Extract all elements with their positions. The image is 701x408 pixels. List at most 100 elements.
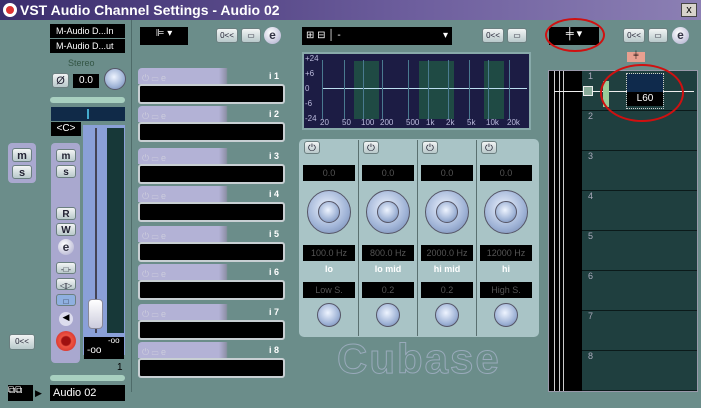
divider [50, 97, 125, 103]
insert-slot-header: ⏻ ▭ e [138, 148, 285, 164]
send-slot-number: 4 [588, 191, 594, 201]
insert-slot-header: ⏻ ▭ e [138, 304, 285, 320]
send-slot-6[interactable]: 6 [582, 271, 697, 311]
output-selector[interactable]: M-Audio D...ut [50, 39, 125, 53]
insert-slot-1[interactable] [138, 84, 285, 104]
inserts-reset-button[interactable]: 0<< [216, 28, 238, 43]
read-button[interactable]: R [56, 207, 76, 220]
write-button[interactable]: W [56, 223, 76, 236]
insert-slot-7[interactable] [138, 320, 285, 340]
highlight-circle [600, 64, 684, 122]
fader-readout: -oo -oo [84, 336, 124, 359]
band-gain-freq-knob[interactable] [307, 190, 351, 234]
band-gain-value[interactable]: 0.0 [480, 165, 532, 181]
band-gain-freq-knob[interactable] [366, 190, 410, 234]
send-slot-5[interactable]: 5 [582, 231, 697, 271]
eq-gridline [382, 60, 383, 119]
band-gain-freq-knob[interactable] [484, 190, 528, 234]
send-enable-button[interactable] [583, 86, 593, 96]
insert-slot-6[interactable] [138, 280, 285, 300]
send-slot-4[interactable]: 4 [582, 191, 697, 231]
close-button[interactable]: x [681, 3, 697, 17]
eq-gridline [448, 60, 449, 119]
eq-gridline [509, 60, 510, 119]
stereo-label: Stereo [68, 58, 95, 68]
insert-slot-header: ⏻ ▭ e [138, 226, 285, 242]
edit-button[interactable]: e [58, 239, 74, 255]
insert-slot-label: i 6 [269, 267, 280, 277]
band-q-value[interactable]: Low S. [303, 282, 355, 298]
band-enable-button[interactable]: ⏻ [304, 141, 320, 154]
insert-slot-controls-icon[interactable]: ⏻ ▭ e [138, 111, 166, 121]
channel-name-field[interactable]: Audio 02 [50, 385, 125, 401]
insert-slot-5[interactable] [138, 242, 285, 262]
volume-fader-handle[interactable] [88, 299, 103, 329]
reset-button[interactable]: 0<< [9, 334, 35, 350]
inserts-bypass-button[interactable]: ▭ [241, 28, 261, 43]
band-name: lo mid [374, 264, 402, 274]
copy-icon[interactable]: ⧉⧉ [8, 385, 33, 401]
insert-slot-8[interactable] [138, 358, 285, 378]
send-slot-8[interactable]: 8 [582, 351, 697, 391]
band-gain-value[interactable]: 0.0 [362, 165, 414, 181]
insert-slot-3[interactable] [138, 164, 285, 184]
insert-bypass-icon[interactable]: -□- [56, 262, 76, 274]
record-button[interactable] [56, 331, 76, 351]
solo-button[interactable]: s [56, 165, 76, 178]
sends-reset-button[interactable]: 0<< [623, 28, 645, 43]
insert-slot-label: i 1 [269, 71, 280, 81]
phase-button[interactable]: Ø [52, 73, 69, 88]
insert-slot-2[interactable] [138, 122, 285, 142]
band-q-value[interactable]: 0.2 [421, 282, 473, 298]
pan-knob[interactable] [104, 68, 126, 90]
insert-view-dropdown[interactable]: ⊫ ▾ [140, 27, 188, 45]
send-slot-7[interactable]: 7 [582, 311, 697, 351]
eq-bypass-icon[interactable]: ◁▷ [56, 278, 76, 290]
sends-bypass-button[interactable]: ▭ [648, 28, 668, 43]
send-slot-3[interactable]: 3 [582, 151, 697, 191]
insert-slot-controls-icon[interactable]: ⏻ ▭ e [138, 269, 166, 279]
pan-value[interactable]: 0.0 [73, 74, 99, 88]
band-freq-value[interactable]: 2000.0 Hz [421, 245, 473, 261]
insert-slot-controls-icon[interactable]: ⏻ ▭ e [138, 153, 166, 163]
mute-button[interactable]: m [56, 149, 76, 162]
eq-bypass-button[interactable]: ▭ [507, 28, 527, 43]
band-enable-button[interactable]: ⏻ [481, 141, 497, 154]
band-freq-value[interactable]: 800.0 Hz [362, 245, 414, 261]
send-routing-icon[interactable]: ╪ [627, 52, 645, 62]
band-q-value[interactable]: 0.2 [362, 282, 414, 298]
inserts-edit-button[interactable]: e [264, 27, 281, 44]
channel-menu-arrow-icon[interactable]: ▶ [35, 388, 42, 399]
band-q-knob[interactable] [317, 303, 341, 327]
insert-slot-label: i 3 [269, 151, 280, 161]
band-freq-value[interactable]: 12000 Hz [480, 245, 532, 261]
band-gain-value[interactable]: 0.0 [421, 165, 473, 181]
input-selector[interactable]: M-Audio D...In [50, 24, 125, 38]
insert-slot-controls-icon[interactable]: ⏻ ▭ e [138, 309, 166, 319]
eq-reset-button[interactable]: 0<< [482, 28, 504, 43]
band-q-knob[interactable] [494, 303, 518, 327]
monitor-icon[interactable]: ◀ [59, 312, 73, 326]
global-mute-button[interactable]: m [12, 148, 32, 162]
band-gain-value[interactable]: 0.0 [303, 165, 355, 181]
band-enable-button[interactable]: ⏻ [363, 141, 379, 154]
pan-display[interactable] [51, 107, 125, 121]
eq-gridline [363, 60, 364, 119]
global-solo-button[interactable]: s [12, 165, 32, 179]
band-q-knob[interactable] [376, 303, 400, 327]
band-gain-freq-knob[interactable] [425, 190, 469, 234]
eq-preset-dropdown[interactable]: ⊞ ⊟ │ - ▾ [302, 27, 452, 45]
insert-slot-controls-icon[interactable]: ⏻ ▭ e [138, 231, 166, 241]
band-enable-button[interactable]: ⏻ [422, 141, 438, 154]
sends-edit-button[interactable]: e [672, 27, 689, 44]
send-bypass-icon[interactable]: □ [56, 294, 76, 306]
insert-slot-4[interactable] [138, 202, 285, 222]
band-q-value[interactable]: High S. [480, 282, 532, 298]
insert-slot-controls-icon[interactable]: ⏻ ▭ e [138, 347, 166, 357]
band-freq-value[interactable]: 100.0 Hz [303, 245, 355, 261]
insert-slot-controls-icon[interactable]: ⏻ ▭ e [138, 73, 166, 83]
band-q-knob[interactable] [435, 303, 459, 327]
insert-slot-controls-icon[interactable]: ⏻ ▭ e [138, 191, 166, 201]
eq-curve-display[interactable]: +24 +6 0 -6 -24 20 50 100 200 500 1k 2k 5k 10k 20k [302, 52, 531, 130]
eq-y-tick: 0 [305, 84, 310, 93]
